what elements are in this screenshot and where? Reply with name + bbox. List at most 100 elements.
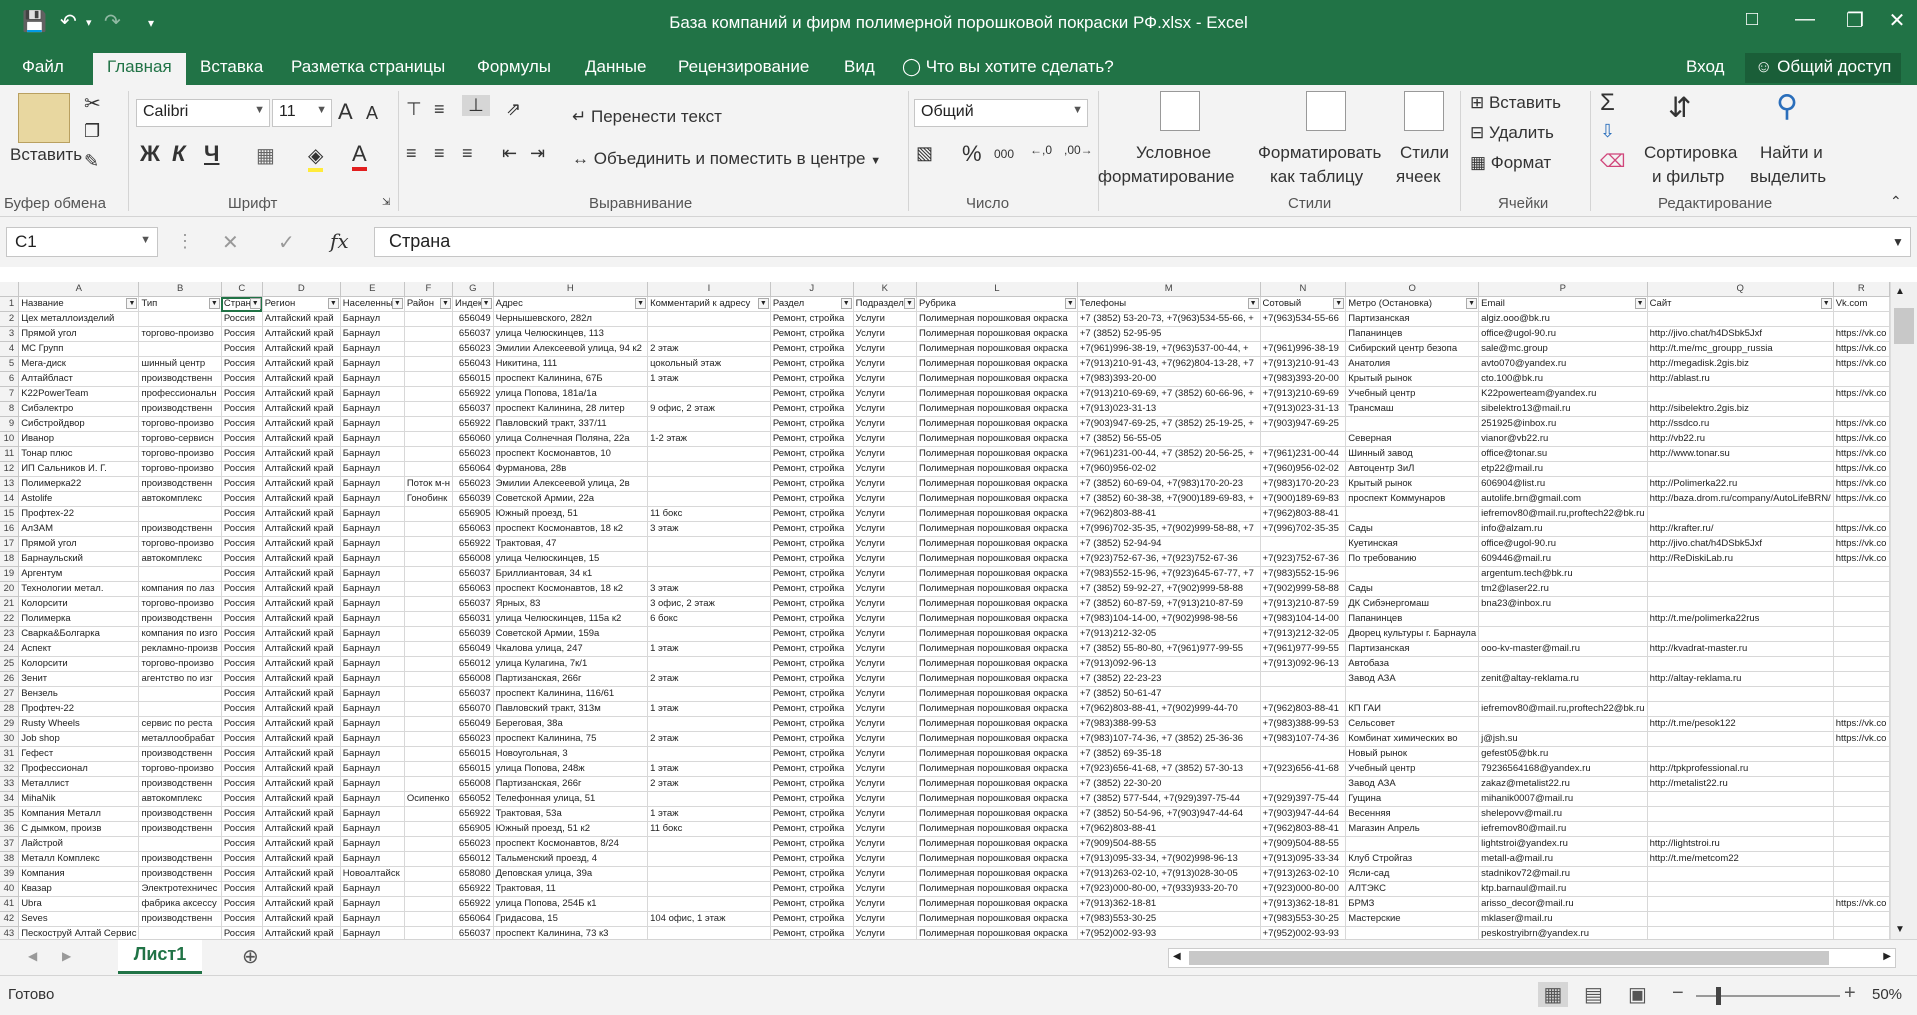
table-cell[interactable]: +7(983)107-74-36 [1260,731,1347,747]
table-cell[interactable]: Завод АЗА [1345,776,1480,792]
column-header[interactable]: J [770,282,854,297]
table-cell[interactable] [1260,686,1347,702]
tab-file[interactable]: Файл [22,57,64,77]
table-cell[interactable]: 656031 [452,611,494,627]
filter-dropdown-icon[interactable]: ▼ [840,298,852,309]
maximize-button[interactable]: ❐ [1835,8,1875,33]
table-cell[interactable]: 656063 [452,521,494,537]
table-cell[interactable]: Россия [221,446,263,462]
table-cell[interactable]: цокольный этаж [647,356,771,372]
table-cell[interactable] [1833,311,1890,327]
table-cell[interactable] [1833,656,1890,672]
table-cell[interactable]: проспект Калинина, 28 литер [493,401,649,417]
column-header[interactable]: E [340,282,405,297]
table-cell[interactable]: Алтайский край [262,446,341,462]
column-header[interactable]: I [647,282,771,297]
table-cell[interactable]: шинный центр [138,356,222,372]
table-cell[interactable]: https://vk.co [1833,461,1890,477]
table-cell[interactable]: Россия [221,761,263,777]
table-cell[interactable]: Услуги [853,701,918,717]
table-cell[interactable]: Технологии метал. [18,581,140,597]
table-cell[interactable] [404,311,453,327]
table-cell[interactable]: АлЗАМ [18,521,140,537]
find-select-line1[interactable]: Найти и [1760,143,1823,163]
table-cell[interactable]: Сельсовет [1345,716,1480,732]
table-cell[interactable]: Россия [221,866,263,882]
row-header[interactable]: 37 [0,836,20,852]
table-cell[interactable]: Ремонт, стройка [770,551,854,567]
table-cell[interactable]: Россия [221,911,263,927]
table-cell[interactable] [647,551,771,567]
table-cell[interactable]: +7(913)023-31-13 [1077,401,1261,417]
minimize-button[interactable]: — [1785,8,1825,31]
table-cell[interactable]: ooo-kv-master@mail.ru [1478,641,1648,657]
table-cell[interactable]: Учебный центр [1345,386,1480,402]
table-cell[interactable]: Полимерная порошковая окраска [916,701,1078,717]
table-cell[interactable]: Полимерная порошковая окраска [916,671,1078,687]
table-cell[interactable]: По требованию [1345,551,1480,567]
row-header[interactable]: 13 [0,476,20,492]
table-cell[interactable]: проспект Калинина, 116/61 [493,686,649,702]
table-cell[interactable]: Полимерная порошковая окраска [916,731,1078,747]
table-cell[interactable]: Павловский тракт, 313м [493,701,649,717]
table-cell[interactable]: http://sibelektro.2gis.biz [1647,401,1834,417]
table-cell[interactable]: Барнаул [340,836,405,852]
table-cell[interactable]: Южный проезд, 51 [493,506,649,522]
table-cell[interactable]: +7 (3852) 69-35-18 [1077,746,1261,762]
table-cell[interactable]: профессиональн [138,386,222,402]
table-cell[interactable]: Ремонт, стройка [770,686,854,702]
table-cell[interactable]: Барнаул [340,686,405,702]
table-cell[interactable]: Полимерная порошковая окраска [916,851,1078,867]
table-cell[interactable]: Гефест [18,746,140,762]
table-cell[interactable]: Полимерная порошковая окраска [916,686,1078,702]
table-cell[interactable]: Профессионал [18,761,140,777]
paste-button[interactable]: Вставить [10,145,82,165]
table-cell[interactable] [1833,881,1890,897]
align-right-icon[interactable]: ≡ [462,143,473,164]
table-cell[interactable]: http://t.me/polimerka22rus [1647,611,1834,627]
table-cell[interactable] [1647,881,1834,897]
conditional-formatting-icon[interactable] [1160,91,1200,131]
table-cell[interactable]: +7(923)752-67-36 [1260,551,1347,567]
table-cell[interactable]: Металлист [18,776,140,792]
table-cell[interactable]: Ремонт, стройка [770,731,854,747]
table-cell[interactable]: Барнаул [340,746,405,762]
table-cell[interactable]: Ремонт, стройка [770,326,854,342]
table-cell[interactable] [1647,656,1834,672]
table-cell[interactable]: 1 этаж [647,761,771,777]
table-cell[interactable] [1647,911,1834,927]
table-cell[interactable]: производственн [138,806,222,822]
table-cell[interactable]: +7(923)752-67-36, +7(923)752-67-36 [1077,551,1261,567]
table-cell[interactable] [404,911,453,927]
table-cell[interactable]: iefremov80@mail.ru [1478,821,1648,837]
table-cell[interactable]: Бриллиантовая, 34 к1 [493,566,649,582]
table-cell[interactable]: сервис по реста [138,716,222,732]
table-cell[interactable]: autolife.brn@gmail.com [1478,491,1648,507]
table-cell[interactable]: Услуги [853,761,918,777]
table-cell[interactable]: +7(923)656-41-68, +7 (3852) 57-30-13 [1077,761,1261,777]
table-cell[interactable]: 79236564168@yandex.ru [1478,761,1648,777]
table-cell[interactable]: +7(983)104-14-00 [1260,611,1347,627]
row-header[interactable]: 35 [0,806,20,822]
table-cell[interactable]: Береговая, 38а [493,716,649,732]
table-cell[interactable]: Комбинат химических во [1345,731,1480,747]
table-cell[interactable] [1833,821,1890,837]
table-cell[interactable]: Полимерная порошковая окраска [916,866,1078,882]
table-cell[interactable]: Услуги [853,431,918,447]
conditional-formatting-line2[interactable]: форматирование [1098,167,1235,187]
table-cell[interactable] [647,851,771,867]
confirm-entry-icon[interactable]: ✓ [278,230,295,255]
table-cell[interactable]: Партизанская, 266г [493,671,649,687]
table-cell[interactable]: Алтайский край [262,881,341,897]
table-cell[interactable]: Никитина, 111 [493,356,649,372]
table-cell[interactable] [1833,641,1890,657]
table-cell[interactable]: автокомплекс [138,551,222,567]
table-cell[interactable]: Автоцентр ЗиЛ [1345,461,1480,477]
table-cell[interactable]: +7(983)553-30-25 [1077,911,1261,927]
table-cell[interactable]: Россия [221,746,263,762]
row-header[interactable]: 8 [0,401,20,417]
row-header[interactable]: 1 [0,296,20,312]
table-cell[interactable]: Россия [221,311,263,327]
table-cell[interactable]: КП ГАИ [1345,701,1480,717]
table-cell[interactable]: +7(913)210-91-43 [1260,356,1347,372]
